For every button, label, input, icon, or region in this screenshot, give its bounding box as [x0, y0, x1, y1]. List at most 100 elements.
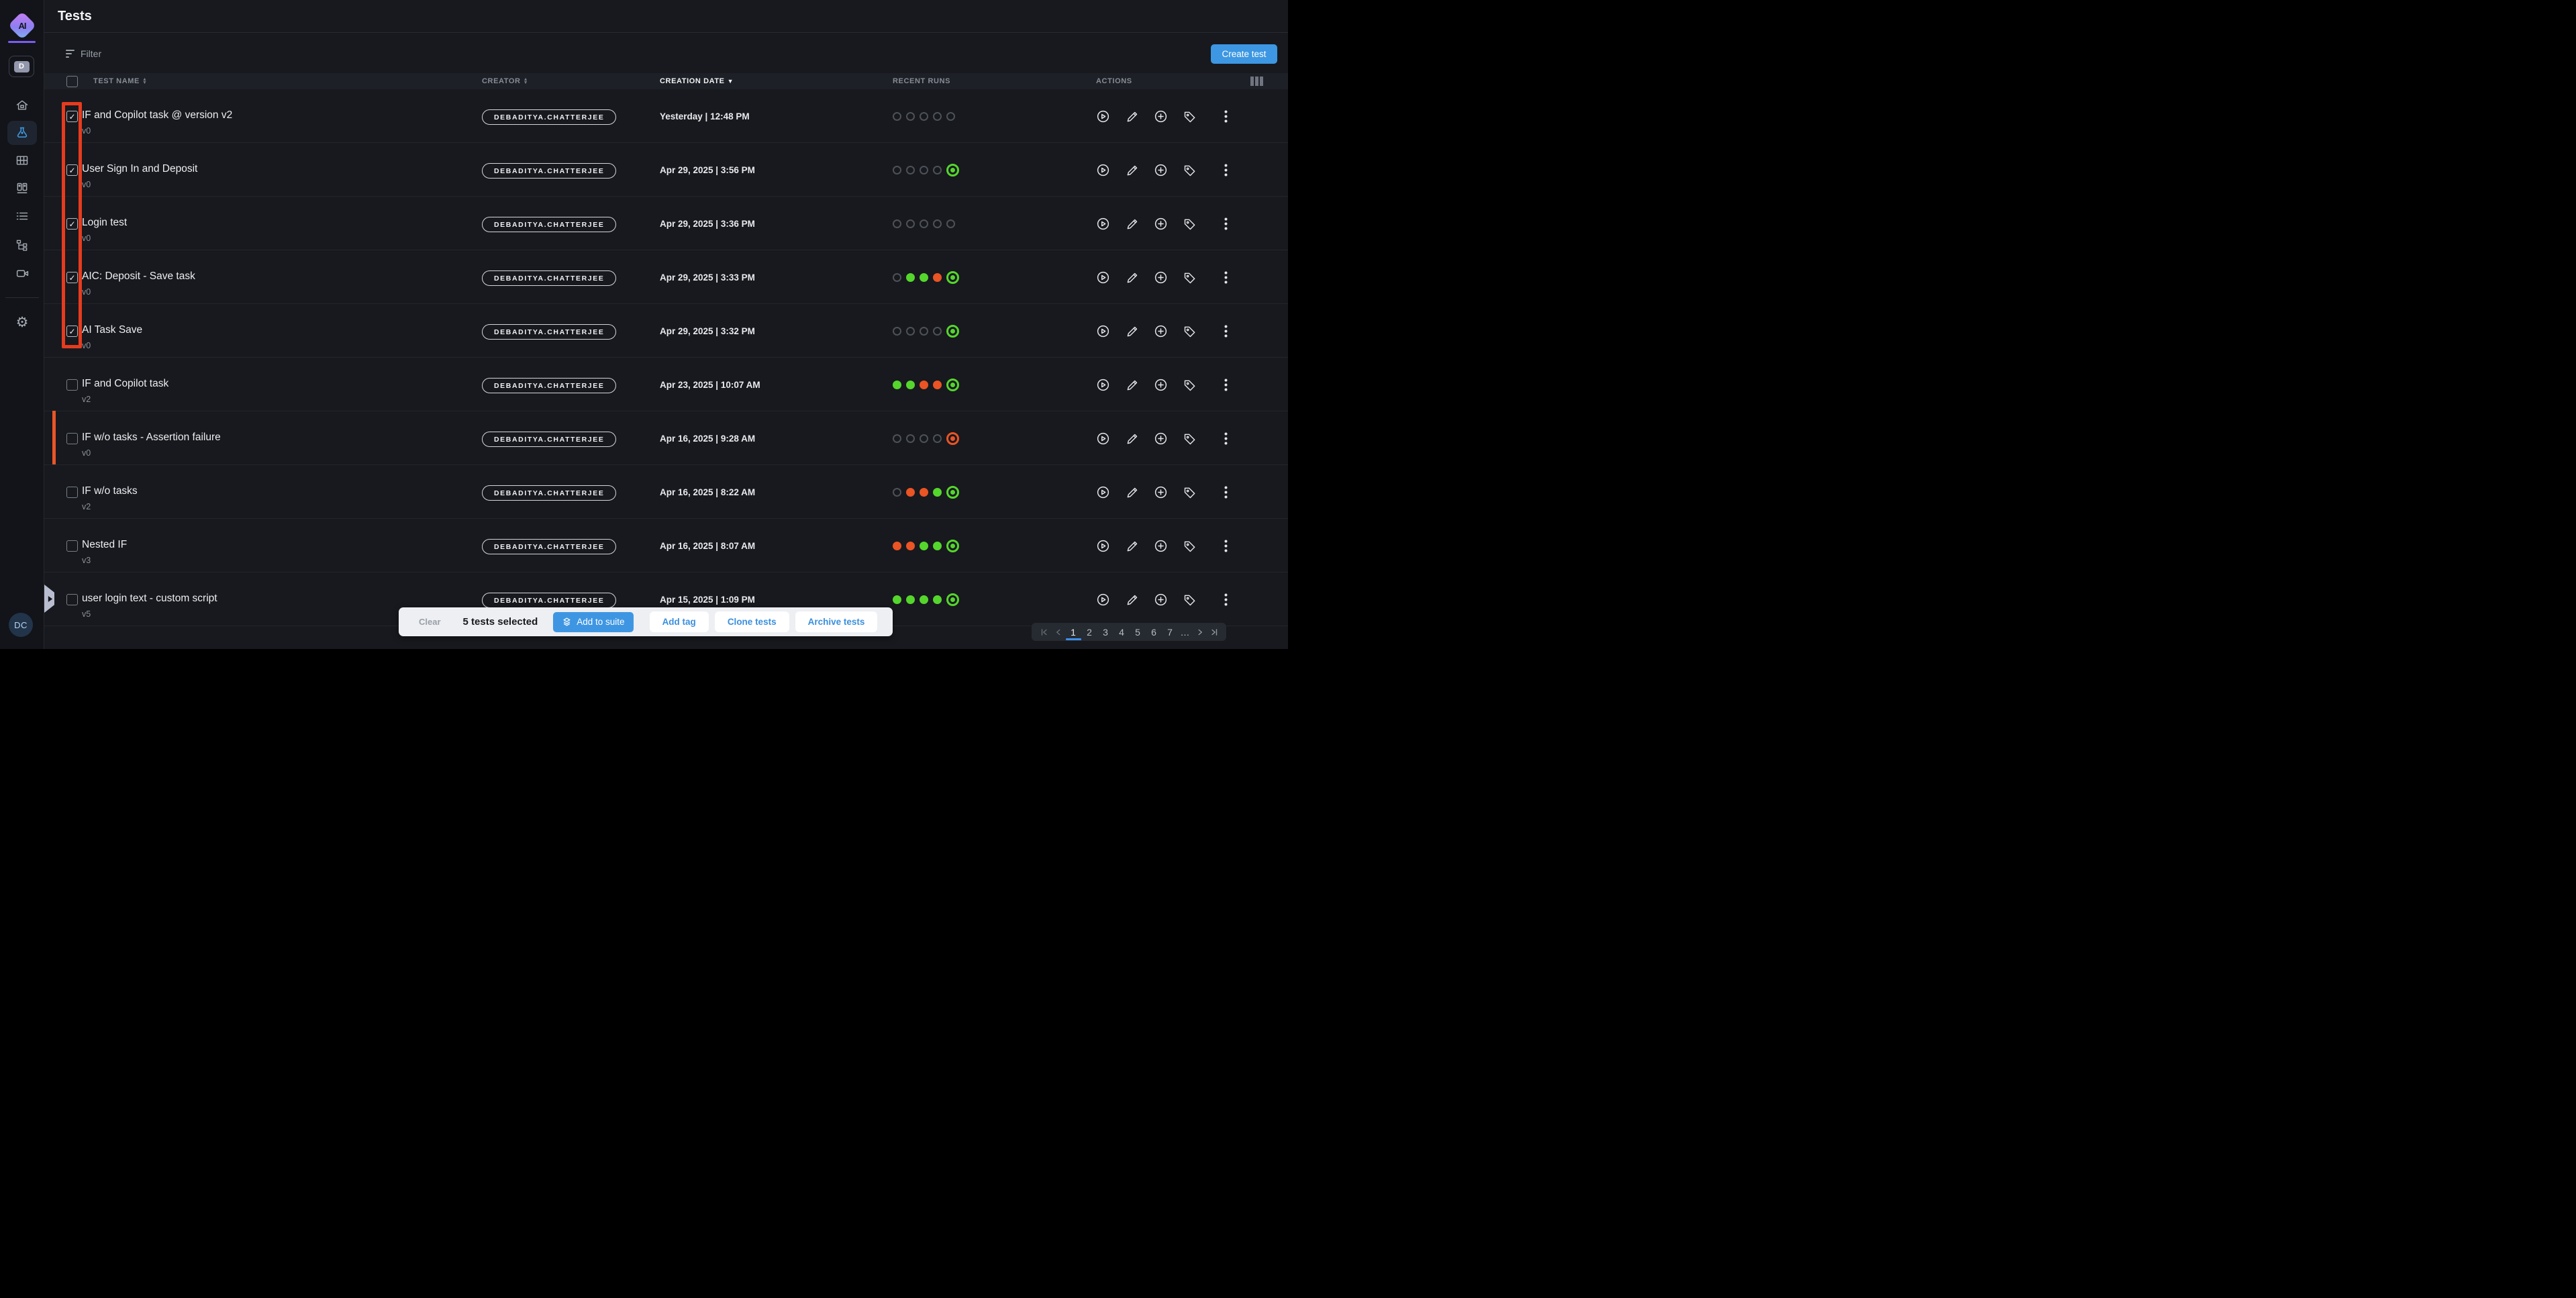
- kebab-menu-icon[interactable]: [1219, 539, 1233, 553]
- first-page-icon[interactable]: [1040, 628, 1049, 637]
- list-icon[interactable]: [0, 209, 44, 223]
- row-checkbox[interactable]: ✓: [66, 111, 78, 122]
- add-circle-icon[interactable]: [1154, 109, 1168, 123]
- tag-icon[interactable]: [1183, 217, 1197, 231]
- clone-tests-button[interactable]: Clone tests: [715, 611, 789, 632]
- user-avatar[interactable]: DC: [9, 613, 33, 637]
- tag-icon[interactable]: [1183, 593, 1197, 607]
- column-header-test-name[interactable]: TEST NAME ▲▼: [93, 73, 148, 89]
- recordings-icon[interactable]: [0, 266, 44, 281]
- edit-pencil-icon[interactable]: [1125, 217, 1139, 231]
- column-settings-icon[interactable]: [1250, 77, 1263, 86]
- next-page-icon[interactable]: [1195, 628, 1205, 637]
- flask-tests-icon[interactable]: [0, 126, 44, 140]
- column-header-creator[interactable]: CREATOR ▲▼: [482, 73, 528, 89]
- page-number-6[interactable]: 6: [1148, 623, 1160, 641]
- add-tag-button[interactable]: Add tag: [650, 611, 709, 632]
- page-number-3[interactable]: 3: [1100, 623, 1111, 641]
- kebab-menu-icon[interactable]: [1219, 378, 1233, 392]
- tag-icon[interactable]: [1183, 270, 1197, 285]
- add-circle-icon[interactable]: [1154, 485, 1168, 499]
- add-circle-icon[interactable]: [1154, 593, 1168, 607]
- run-play-icon[interactable]: [1096, 324, 1110, 338]
- row-checkbox[interactable]: ✓: [66, 540, 78, 552]
- tag-icon[interactable]: [1183, 432, 1197, 446]
- row-checkbox[interactable]: ✓: [66, 594, 78, 605]
- tag-icon[interactable]: [1183, 485, 1197, 499]
- last-page-icon[interactable]: [1209, 628, 1219, 637]
- add-circle-icon[interactable]: [1154, 539, 1168, 553]
- edit-pencil-icon[interactable]: [1125, 593, 1139, 607]
- add-circle-icon[interactable]: [1154, 217, 1168, 231]
- kebab-menu-icon[interactable]: [1219, 270, 1233, 285]
- test-name-block[interactable]: user login text - custom script v5: [82, 592, 217, 619]
- test-name-block[interactable]: IF w/o tasks - Assertion failure v0: [82, 431, 221, 458]
- filter-button[interactable]: Filter: [66, 46, 101, 62]
- page-number-1[interactable]: 1: [1068, 623, 1079, 641]
- kebab-menu-icon[interactable]: [1219, 217, 1233, 231]
- edit-pencil-icon[interactable]: [1125, 539, 1139, 553]
- tag-icon[interactable]: [1183, 163, 1197, 177]
- row-checkbox[interactable]: ✓: [66, 326, 78, 337]
- run-play-icon[interactable]: [1096, 485, 1110, 499]
- test-name-block[interactable]: IF and Copilot task @ version v2 v0: [82, 109, 232, 136]
- components-icon[interactable]: [0, 181, 44, 196]
- row-checkbox[interactable]: ✓: [66, 218, 78, 230]
- select-all-checkbox[interactable]: ✓: [66, 76, 78, 87]
- clear-selection-button[interactable]: Clear: [419, 617, 441, 627]
- flow-tree-icon[interactable]: [0, 238, 44, 252]
- kebab-menu-icon[interactable]: [1219, 324, 1233, 338]
- tag-icon[interactable]: [1183, 109, 1197, 123]
- test-name-block[interactable]: IF and Copilot task v2: [82, 377, 168, 405]
- settings-gear-icon[interactable]: ⚙: [0, 314, 44, 330]
- add-to-suite-button[interactable]: Add to suite: [553, 612, 633, 632]
- run-play-icon[interactable]: [1096, 217, 1110, 231]
- column-header-creation-date[interactable]: CREATION DATE ▼: [660, 73, 734, 89]
- home-icon[interactable]: [0, 98, 44, 113]
- prev-page-icon[interactable]: [1054, 628, 1063, 637]
- edit-pencil-icon[interactable]: [1125, 432, 1139, 446]
- workspace-switcher-button[interactable]: D: [9, 56, 34, 77]
- tag-icon[interactable]: [1183, 539, 1197, 553]
- run-play-icon[interactable]: [1096, 163, 1110, 177]
- run-play-icon[interactable]: [1096, 432, 1110, 446]
- kebab-menu-icon[interactable]: [1219, 432, 1233, 446]
- kebab-menu-icon[interactable]: [1219, 109, 1233, 123]
- page-number-5[interactable]: 5: [1132, 623, 1144, 641]
- kebab-menu-icon[interactable]: [1219, 163, 1233, 177]
- run-play-icon[interactable]: [1096, 109, 1110, 123]
- run-play-icon[interactable]: [1096, 270, 1110, 285]
- create-test-button[interactable]: Create test: [1211, 44, 1277, 64]
- kebab-menu-icon[interactable]: [1219, 485, 1233, 499]
- add-circle-icon[interactable]: [1154, 432, 1168, 446]
- tag-icon[interactable]: [1183, 378, 1197, 392]
- row-checkbox[interactable]: ✓: [66, 164, 78, 176]
- test-name-block[interactable]: Login test v0: [82, 216, 127, 244]
- edit-pencil-icon[interactable]: [1125, 163, 1139, 177]
- test-name-block[interactable]: AI Task Save v0: [82, 323, 142, 351]
- edit-pencil-icon[interactable]: [1125, 378, 1139, 392]
- edit-pencil-icon[interactable]: [1125, 270, 1139, 285]
- page-number-2[interactable]: 2: [1084, 623, 1095, 641]
- archive-tests-button[interactable]: Archive tests: [795, 611, 878, 632]
- edit-pencil-icon[interactable]: [1125, 109, 1139, 123]
- row-checkbox[interactable]: ✓: [66, 379, 78, 391]
- add-circle-icon[interactable]: [1154, 163, 1168, 177]
- test-name-block[interactable]: AIC: Deposit - Save task v0: [82, 270, 195, 297]
- add-circle-icon[interactable]: [1154, 324, 1168, 338]
- page-number-7[interactable]: 7: [1165, 623, 1176, 641]
- test-name-block[interactable]: User Sign In and Deposit v0: [82, 162, 197, 190]
- run-play-icon[interactable]: [1096, 378, 1110, 392]
- kebab-menu-icon[interactable]: [1219, 593, 1233, 607]
- edit-pencil-icon[interactable]: [1125, 324, 1139, 338]
- test-name-block[interactable]: Nested IF v3: [82, 538, 127, 566]
- add-circle-icon[interactable]: [1154, 378, 1168, 392]
- test-name-block[interactable]: IF w/o tasks v2: [82, 485, 138, 512]
- row-checkbox[interactable]: ✓: [66, 487, 78, 498]
- run-play-icon[interactable]: [1096, 539, 1110, 553]
- tag-icon[interactable]: [1183, 324, 1197, 338]
- edit-pencil-icon[interactable]: [1125, 485, 1139, 499]
- row-checkbox[interactable]: ✓: [66, 272, 78, 283]
- run-play-icon[interactable]: [1096, 593, 1110, 607]
- table-icon[interactable]: [0, 153, 44, 168]
